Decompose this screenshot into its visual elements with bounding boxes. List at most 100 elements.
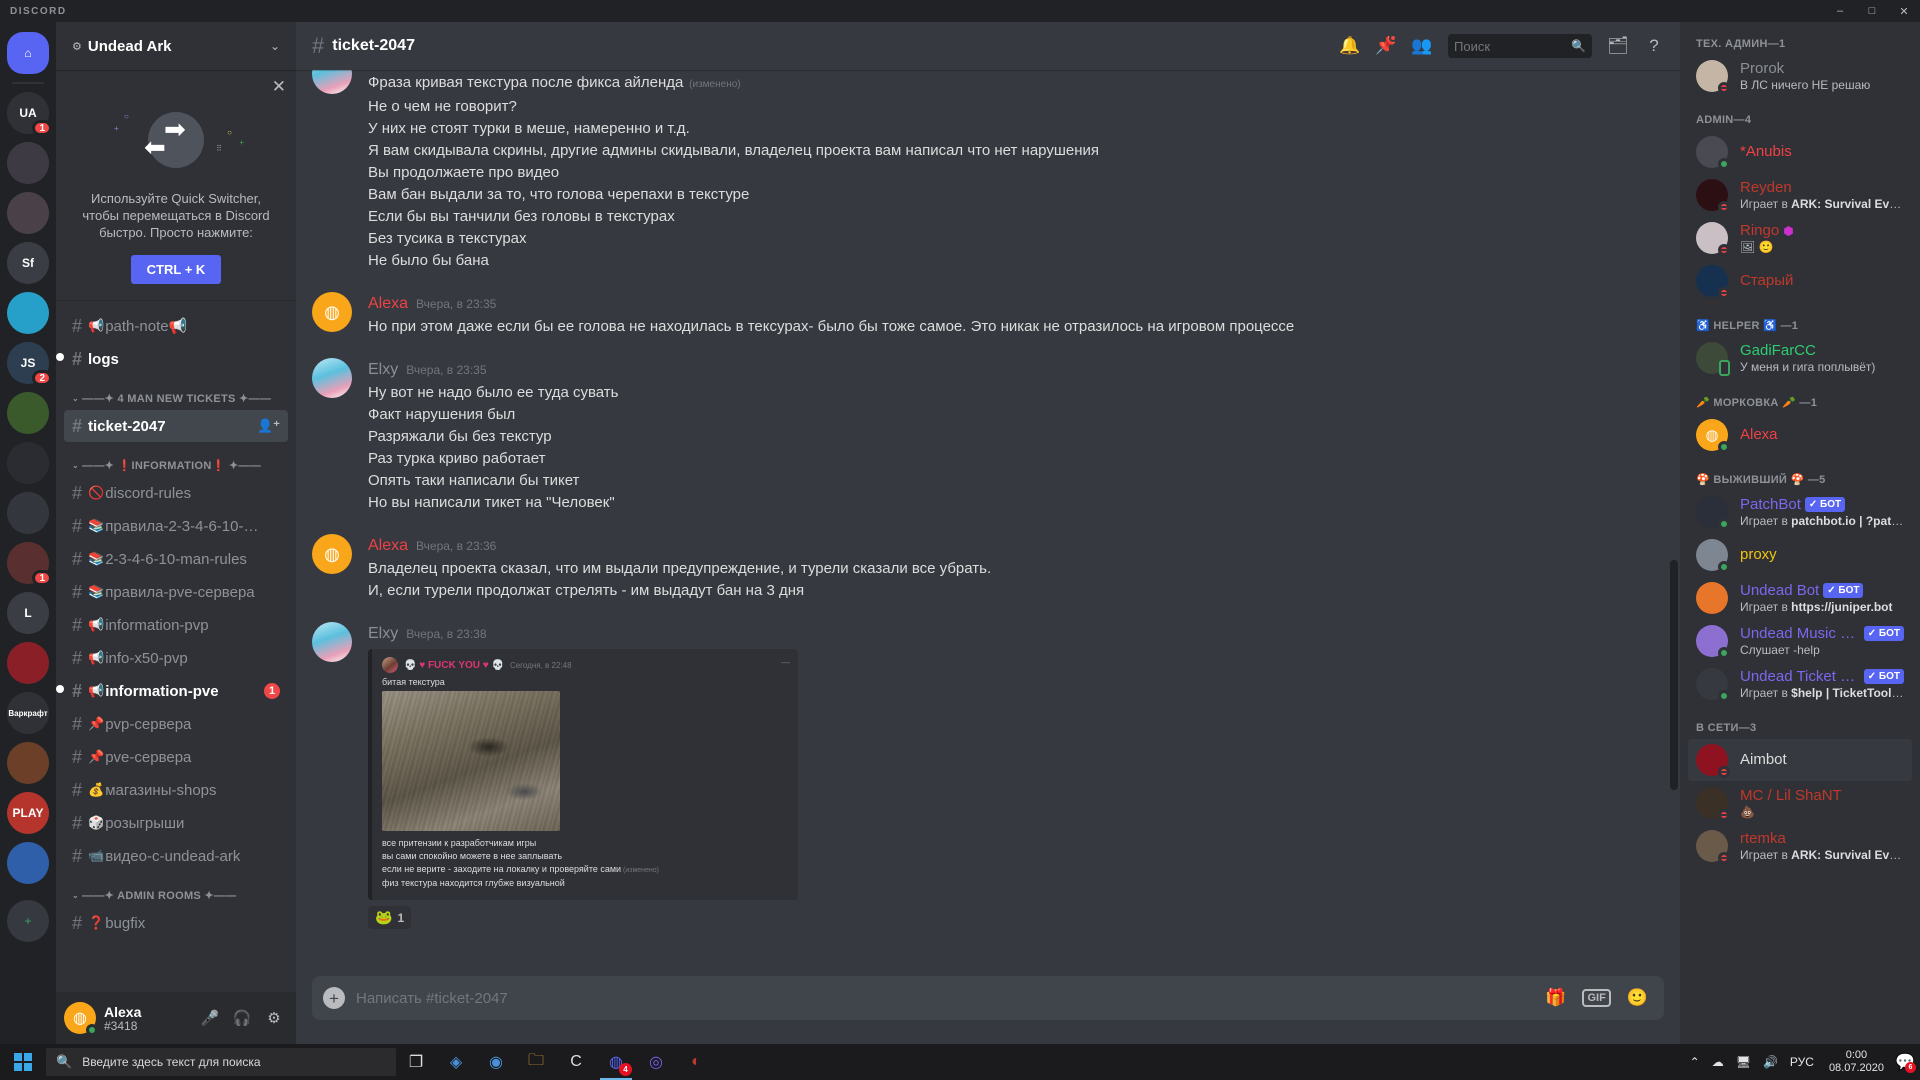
- avatar[interactable]: ◍: [312, 534, 352, 574]
- member-row[interactable]: ◍ Alexa: [1688, 414, 1912, 456]
- start-button[interactable]: [0, 1044, 46, 1080]
- server-icon[interactable]: Варкрафт: [7, 692, 49, 734]
- server-icon[interactable]: [7, 192, 49, 234]
- gear-icon[interactable]: ⚙: [260, 1004, 288, 1032]
- member-row[interactable]: Ringo ⬢ 🖼 🙂: [1688, 217, 1912, 259]
- viber-icon[interactable]: ◎: [636, 1044, 676, 1080]
- taskbar-search-input[interactable]: 🔍 Введите здесь текст для поиска: [46, 1048, 396, 1076]
- member-row[interactable]: Aimbot: [1688, 739, 1912, 781]
- message-author[interactable]: Elxy: [368, 625, 398, 642]
- pin-icon[interactable]: 📌: [1368, 28, 1404, 64]
- avatar[interactable]: [312, 70, 352, 94]
- server-icon[interactable]: Sf: [7, 242, 49, 284]
- member-row[interactable]: Prorok В ЛС ничего НЕ решаю: [1688, 55, 1912, 97]
- home-button[interactable]: ⌂: [7, 32, 49, 74]
- message-author[interactable]: Alexa: [368, 537, 408, 554]
- explorer-icon[interactable]: 🗀: [516, 1044, 556, 1080]
- server-icon[interactable]: [7, 442, 49, 484]
- notification-center-button[interactable]: 💬 6: [1894, 1044, 1916, 1080]
- avatar[interactable]: ◍: [64, 1002, 98, 1036]
- attach-button[interactable]: +: [312, 976, 356, 1020]
- avatar[interactable]: [312, 622, 352, 662]
- sidebar-item--c-undead-ark[interactable]: # 📹 видео-c-undead-ark: [64, 840, 288, 872]
- app-c-icon[interactable]: C: [556, 1044, 596, 1080]
- sidebar-item-discord-rules[interactable]: # 🚫 discord-rules: [64, 477, 288, 509]
- message-author[interactable]: Elxy: [368, 361, 398, 378]
- scrollbar[interactable]: [1670, 560, 1678, 790]
- cloud-icon[interactable]: ☁: [1707, 1055, 1729, 1069]
- member-row[interactable]: MC / Lil ShaNT 💩: [1688, 782, 1912, 824]
- embed-image[interactable]: [382, 691, 560, 831]
- close-icon[interactable]: ✕: [272, 78, 286, 95]
- server-icon[interactable]: PLAY: [7, 792, 49, 834]
- microphone-icon[interactable]: 🎤: [196, 1004, 224, 1032]
- member-row[interactable]: Undead Ticket B… ✓ БОТ Играет в $help | Ti…: [1688, 663, 1912, 705]
- search-input[interactable]: Поиск 🔍: [1448, 34, 1592, 58]
- clock[interactable]: 0:00 08.07.2020: [1821, 1049, 1892, 1075]
- server-icon[interactable]: L: [7, 592, 49, 634]
- inbox-icon[interactable]: 🗂: [1600, 28, 1636, 64]
- language-indicator[interactable]: РУС: [1785, 1055, 1819, 1069]
- sidebar-item-logs[interactable]: # logs: [56, 343, 288, 375]
- add-server-button[interactable]: +: [7, 900, 49, 942]
- member-row[interactable]: Undead Bot ✓ БОТ Играет в https://juniper.…: [1688, 577, 1912, 619]
- add-member-icon[interactable]: 👤⁺: [257, 418, 280, 434]
- sidebar-item-2-3-4-6-10-man-rules[interactable]: # 📚 2-3-4-6-10-man-rules: [64, 543, 288, 575]
- user-identity[interactable]: Alexa #3418: [104, 1004, 196, 1033]
- app-blue-icon[interactable]: ◈: [436, 1044, 476, 1080]
- server-icon[interactable]: [7, 492, 49, 534]
- emoji-icon[interactable]: 🙂: [1627, 988, 1648, 1008]
- server-icon[interactable]: [7, 742, 49, 784]
- server-icon[interactable]: UA 1: [7, 92, 52, 136]
- sidebar-item-path-note[interactable]: # 📢 path-note📢: [64, 310, 288, 342]
- sidebar-item-information-pvp[interactable]: # 📢 information-pvp: [64, 609, 288, 641]
- app-red-icon[interactable]: ◐: [676, 1044, 716, 1080]
- server-icon[interactable]: JS 2: [7, 342, 52, 386]
- member-row[interactable]: rtemkaИграет в ARK: Survival Evolved: [1688, 825, 1912, 867]
- close-button[interactable]: ✕: [1888, 0, 1920, 22]
- sidebar-item-bugfix[interactable]: # ❓ bugfix: [64, 907, 288, 939]
- server-icon[interactable]: 1: [7, 542, 52, 586]
- sidebar-item--pve-[interactable]: # 📚 правила-pve-сервера: [64, 576, 288, 608]
- message-author[interactable]: Alexa: [368, 295, 408, 312]
- volume-icon[interactable]: 🔊: [1758, 1055, 1783, 1069]
- sidebar-item-information-pve[interactable]: # 📢 information-pve 1: [56, 675, 288, 707]
- maximize-button[interactable]: □: [1856, 0, 1888, 22]
- quoted-message-embed[interactable]: 💀 ♥ FUCK YOU ♥ 💀 Сегодня, в 22:48 — битая т…: [368, 649, 798, 900]
- channel-category[interactable]: ⌄ ——✦ 4 MAN NEW TICKETS ✦——: [56, 376, 296, 409]
- minimize-button[interactable]: –: [1824, 0, 1856, 22]
- monitor-icon[interactable]: 🖥: [1731, 1055, 1756, 1069]
- gift-icon[interactable]: 🎁: [1545, 988, 1566, 1008]
- task-view-icon[interactable]: ❐: [396, 1044, 436, 1080]
- headset-icon[interactable]: 🎧: [228, 1004, 256, 1032]
- member-row[interactable]: GadiFarCC У меня и гига поплывёт): [1688, 337, 1912, 379]
- member-row[interactable]: PatchBot ✓ БОТ Играет в patchbot.io | ?pat…: [1688, 491, 1912, 533]
- server-icon[interactable]: [7, 642, 49, 684]
- server-icon[interactable]: [7, 142, 49, 184]
- channel-category[interactable]: ⌄ ——✦ ADMIN ROOMS ✦——: [56, 873, 296, 906]
- sidebar-item-info-x50-pvp[interactable]: # 📢 info-x50-pvp: [64, 642, 288, 674]
- chrome-icon[interactable]: ◉: [476, 1044, 516, 1080]
- collapse-icon[interactable]: —: [781, 657, 790, 667]
- reaction-button[interactable]: 🐸 1: [368, 906, 412, 929]
- member-row[interactable]: proxy: [1688, 534, 1912, 576]
- server-icon[interactable]: [7, 392, 49, 434]
- server-icon[interactable]: [7, 842, 49, 884]
- sidebar-item--shops[interactable]: # 💰 магазины-shops: [64, 774, 288, 806]
- member-row[interactable]: *Anubis: [1688, 131, 1912, 173]
- avatar[interactable]: ◍: [312, 292, 352, 332]
- server-icon[interactable]: [7, 292, 49, 334]
- discord-icon[interactable]: ◍ 4: [596, 1044, 636, 1080]
- composer-box[interactable]: + Написать #ticket-2047 🎁 GIF 🙂: [312, 976, 1664, 1020]
- sidebar-item-[interactable]: # 🎲 розыгрыши: [64, 807, 288, 839]
- member-row[interactable]: ReydenИграет в ARK: Survival Evolved: [1688, 174, 1912, 216]
- quick-switcher-shortcut-button[interactable]: CTRL + K: [130, 255, 222, 284]
- channel-category[interactable]: ⌄ ——✦ ❗INFORMATION❗ ✦——: [56, 443, 296, 476]
- sidebar-item-pvp-[interactable]: # 📌 pvp-сервера: [64, 708, 288, 740]
- bell-icon[interactable]: 🔔: [1332, 28, 1368, 64]
- chevron-up-icon[interactable]: ⌃: [1685, 1055, 1705, 1069]
- help-icon[interactable]: ?: [1636, 28, 1672, 64]
- guild-header[interactable]: ⚙ Undead Ark ⌄: [56, 22, 296, 70]
- sidebar-item--2-3-4-6-10-[interactable]: # 📚 правила-2-3-4-6-10-…: [64, 510, 288, 542]
- member-row[interactable]: Старый: [1688, 260, 1912, 302]
